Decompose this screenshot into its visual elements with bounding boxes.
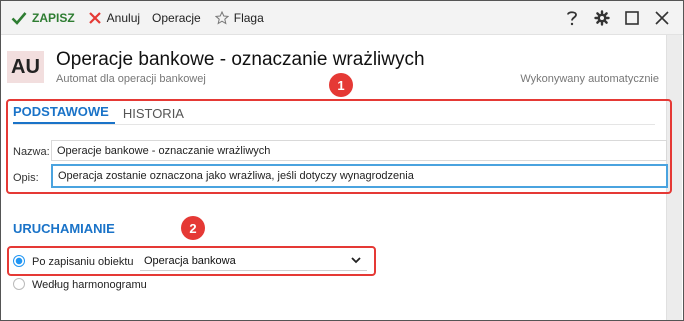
execution-status: Wykonywany automatycznie <box>520 73 659 85</box>
annotation-marker-1: 1 <box>329 73 353 97</box>
question-icon <box>567 11 577 26</box>
operations-button[interactable]: Operacje <box>148 1 205 34</box>
description-input[interactable] <box>51 164 668 188</box>
tab-bar: PODSTAWOWE HISTORIA <box>13 102 198 124</box>
radio-after-save-label: Po zapisaniu obiektu <box>32 256 134 268</box>
tab-divider <box>13 124 655 125</box>
page-title: Operacje bankowe - oznaczanie wrażliwych <box>56 49 425 70</box>
operations-label: Operacje <box>152 10 201 25</box>
toolbar: ZAPISZ Anuluj Operacje Flaga <box>1 1 683 35</box>
cancel-label: Anuluj <box>106 10 141 25</box>
chevron-down-icon <box>351 257 361 264</box>
operation-type-select[interactable]: Operacja bankowa <box>140 252 367 271</box>
tab-history[interactable]: HISTORIA <box>123 106 190 124</box>
flag-button[interactable]: Flaga <box>211 1 268 34</box>
tab-basic[interactable]: PODSTAWOWE <box>13 104 115 124</box>
name-label: Nazwa: <box>13 146 50 158</box>
star-outline-icon <box>214 10 229 25</box>
maximize-button[interactable] <box>617 1 647 35</box>
flag-label: Flaga <box>233 10 264 25</box>
cancel-button[interactable]: Anuluj <box>85 1 144 34</box>
operation-type-value: Operacja bankowa <box>144 255 236 267</box>
annotation-marker-2: 2 <box>181 216 205 240</box>
settings-button[interactable] <box>587 1 617 35</box>
close-x-icon <box>88 11 101 24</box>
square-icon <box>625 11 639 25</box>
close-icon <box>655 11 669 25</box>
close-button[interactable] <box>647 1 677 35</box>
window: ZAPISZ Anuluj Operacje Flaga AU Operacje… <box>0 0 684 321</box>
save-label: ZAPISZ <box>32 10 75 25</box>
radio-schedule-label: Według harmonogramu <box>32 279 147 291</box>
window-controls <box>557 1 677 35</box>
save-button[interactable]: ZAPISZ <box>7 1 79 34</box>
description-label: Opis: <box>13 172 39 184</box>
radio-after-save[interactable] <box>13 255 25 267</box>
radio-schedule[interactable] <box>13 278 25 290</box>
name-input[interactable] <box>51 140 667 161</box>
object-type-badge: AU <box>7 51 44 83</box>
gear-icon <box>594 10 610 26</box>
check-icon <box>11 11 27 25</box>
launch-section-title: URUCHAMIANIE <box>13 221 115 236</box>
page-subtitle: Automat dla operacji bankowej <box>56 73 206 85</box>
help-button[interactable] <box>557 1 587 35</box>
